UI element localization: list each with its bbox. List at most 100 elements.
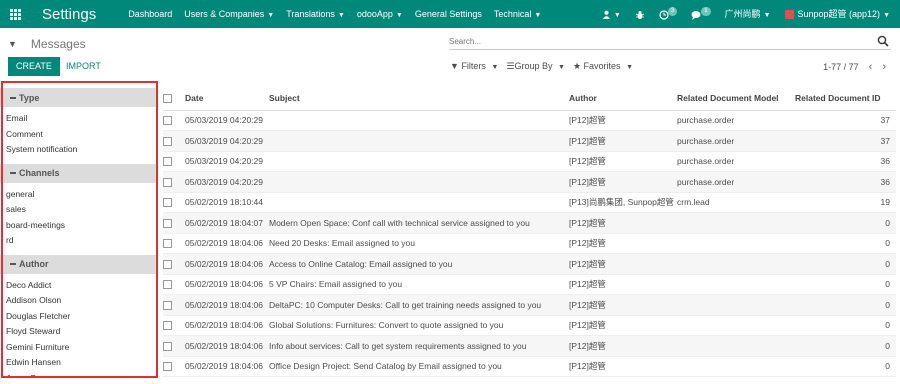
table-row[interactable]: 05/02/2019 18:04:06 Need 20 Desks: Email …	[163, 233, 896, 254]
menu-item-technical[interactable]: Technical ▼	[488, 0, 547, 28]
cell-doc-id: 37	[795, 130, 896, 152]
row-checkbox[interactable]	[163, 192, 185, 213]
cell-date: 05/03/2019 04:20:29	[185, 171, 269, 193]
company-name: 广州尚鹏	[724, 9, 761, 19]
author-filter-item[interactable]: Deco Addict	[0, 278, 157, 294]
import-button[interactable]: IMPORT	[64, 57, 103, 76]
table-row[interactable]: 05/02/2019 18:04:06 Access to Online Cata…	[163, 253, 896, 275]
cell-author: [P12]超管	[569, 335, 677, 357]
cell-author: [P12]超管	[569, 253, 677, 275]
row-checkbox[interactable]	[163, 356, 185, 377]
create-button[interactable]: CREATE	[8, 57, 60, 76]
user-status-menu[interactable]: ▼	[595, 0, 628, 28]
column-date[interactable]: Date	[185, 86, 269, 111]
user-name: Sunpop超管 (app12)	[797, 9, 881, 19]
type-list: Email Comment System notification	[0, 107, 157, 158]
cell-date: 05/02/2019 18:04:06	[185, 294, 269, 316]
cell-model	[677, 274, 795, 295]
channel-filter-item[interactable]: board-meetings	[0, 218, 157, 234]
table-row[interactable]: 05/02/2019 18:04:07 Modern Open Space: Co…	[163, 212, 896, 234]
menu-item-label: Dashboard	[128, 9, 173, 19]
menu-item-odooapp[interactable]: odooApp ▼	[351, 0, 409, 28]
menu-item-general-settings[interactable]: General Settings	[409, 0, 488, 28]
row-checkbox[interactable]	[163, 151, 185, 172]
search-icon[interactable]	[877, 35, 889, 47]
collapse-icon	[10, 263, 16, 265]
row-checkbox[interactable]	[163, 130, 185, 152]
groupby-dropdown[interactable]: ☰Group By ▼	[506, 61, 565, 72]
chevron-left-icon[interactable]: ‹	[869, 61, 873, 73]
row-checkbox[interactable]	[163, 274, 185, 295]
author-filter-item[interactable]: Edwin Hansen	[0, 355, 157, 371]
type-filter-item[interactable]: System notification	[0, 142, 157, 158]
cell-model	[677, 315, 795, 336]
cell-author: [P12]超管	[569, 315, 677, 336]
column-author[interactable]: Author	[569, 86, 677, 111]
pager-value[interactable]: 1-77 / 77	[823, 62, 859, 72]
type-filter-item[interactable]: Email	[0, 111, 157, 127]
cell-date: 05/02/2019 18:04:06	[185, 253, 269, 275]
table-row[interactable]: 05/03/2019 04:20:29 [P12]超管 purchase.order…	[163, 171, 896, 193]
author-filter-item[interactable]: Addison Olson	[0, 293, 157, 309]
table-row[interactable]: 05/03/2019 04:20:29 [P12]超管 purchase.order…	[163, 110, 896, 131]
activity-menu[interactable]: 3	[652, 0, 684, 28]
channels-section-header[interactable]: Channels	[0, 163, 157, 183]
cell-subject: Global Solutions: Furnitures: Convert to…	[269, 315, 569, 336]
favorites-dropdown[interactable]: ★ Favorites ▼	[573, 61, 633, 72]
select-all-checkbox[interactable]	[163, 86, 185, 111]
table-row[interactable]: 05/02/2019 18:04:06 Office Design Project…	[163, 356, 896, 377]
menu-item-users-companies[interactable]: Users & Companies ▼	[178, 0, 280, 28]
author-section-header[interactable]: Author	[0, 254, 157, 274]
filters-dropdown[interactable]: ▼ Filters ▼	[450, 61, 498, 72]
menu-item-label: General Settings	[414, 9, 482, 19]
row-checkbox[interactable]	[163, 110, 185, 131]
author-filter-item[interactable]: Douglas Fletcher	[0, 309, 157, 325]
type-section-header[interactable]: Type	[0, 88, 157, 107]
table-row[interactable]: 05/02/2019 18:10:44 [P13]尚鹏集团, Sunpop超管 cr…	[163, 192, 896, 213]
row-checkbox[interactable]	[163, 335, 185, 357]
row-checkbox[interactable]	[163, 294, 185, 316]
channel-filter-item[interactable]: general	[0, 187, 157, 203]
table-row[interactable]: 05/03/2019 04:20:29 [P12]超管 purchase.order…	[163, 151, 896, 172]
author-filter-item[interactable]: Floyd Steward	[0, 324, 157, 340]
table-row[interactable]: 05/02/2019 18:04:06 DeltaPC: 10 Computer …	[163, 294, 896, 316]
menu-item-translations[interactable]: Translations ▼	[280, 0, 351, 28]
author-section-title: Author	[19, 259, 49, 269]
chevron-right-icon[interactable]: ›	[882, 61, 886, 73]
search-panel: Type Email Comment System notification Cha…	[0, 82, 157, 378]
table-row[interactable]: 05/02/2019 18:04:06 Global Solutions: Fur…	[163, 315, 896, 336]
row-checkbox[interactable]	[163, 171, 185, 193]
channel-filter-item[interactable]: sales	[0, 202, 157, 218]
type-filter-item[interactable]: Comment	[0, 127, 157, 143]
table-row[interactable]: 05/03/2019 04:20:29 [P12]超管 purchase.order…	[163, 130, 896, 152]
cell-doc-id: 36	[795, 171, 896, 193]
author-filter-item[interactable]: Gemini Furniture	[0, 340, 157, 356]
chevron-down-icon[interactable]: ▼	[8, 39, 17, 49]
channel-filter-item[interactable]: rd	[0, 233, 157, 249]
messaging-menu[interactable]: 1	[684, 0, 717, 28]
row-checkbox[interactable]	[163, 253, 185, 275]
cell-date: 05/02/2019 18:04:06	[185, 356, 269, 377]
row-checkbox[interactable]	[163, 233, 185, 254]
row-checkbox[interactable]	[163, 315, 185, 336]
menu-item-label: Translations	[286, 9, 335, 19]
table-row[interactable]: 05/02/2019 18:04:06 Info about services: …	[163, 335, 896, 357]
apps-menu-icon[interactable]	[0, 0, 30, 28]
cell-subject: Modern Open Space: Conf call with techni…	[269, 212, 569, 234]
user-menu[interactable]: Sunpop超管 (app12) ▼	[778, 0, 900, 28]
author-filter-item[interactable]: Jesse Brown	[0, 371, 157, 379]
row-checkbox[interactable]	[163, 212, 185, 234]
debug-bug-icon[interactable]	[628, 0, 652, 28]
column-model[interactable]: Related Document Model	[677, 86, 795, 111]
search-input[interactable]	[449, 34, 849, 48]
company-switcher[interactable]: 广州尚鹏 ▼	[718, 0, 778, 28]
cell-model: purchase.order	[677, 110, 795, 131]
menu-item-dashboard[interactable]: Dashboard	[122, 0, 178, 28]
app-title[interactable]: Settings	[42, 6, 96, 23]
column-doc-id[interactable]: Related Document ID	[795, 86, 896, 111]
cell-date: 05/02/2019 18:04:07	[185, 212, 269, 234]
cell-model	[677, 356, 795, 377]
cell-doc-id: 0	[795, 212, 896, 234]
column-subject[interactable]: Subject	[269, 86, 569, 111]
table-row[interactable]: 05/02/2019 18:04:06 5 VP Chairs: Email as…	[163, 274, 896, 295]
